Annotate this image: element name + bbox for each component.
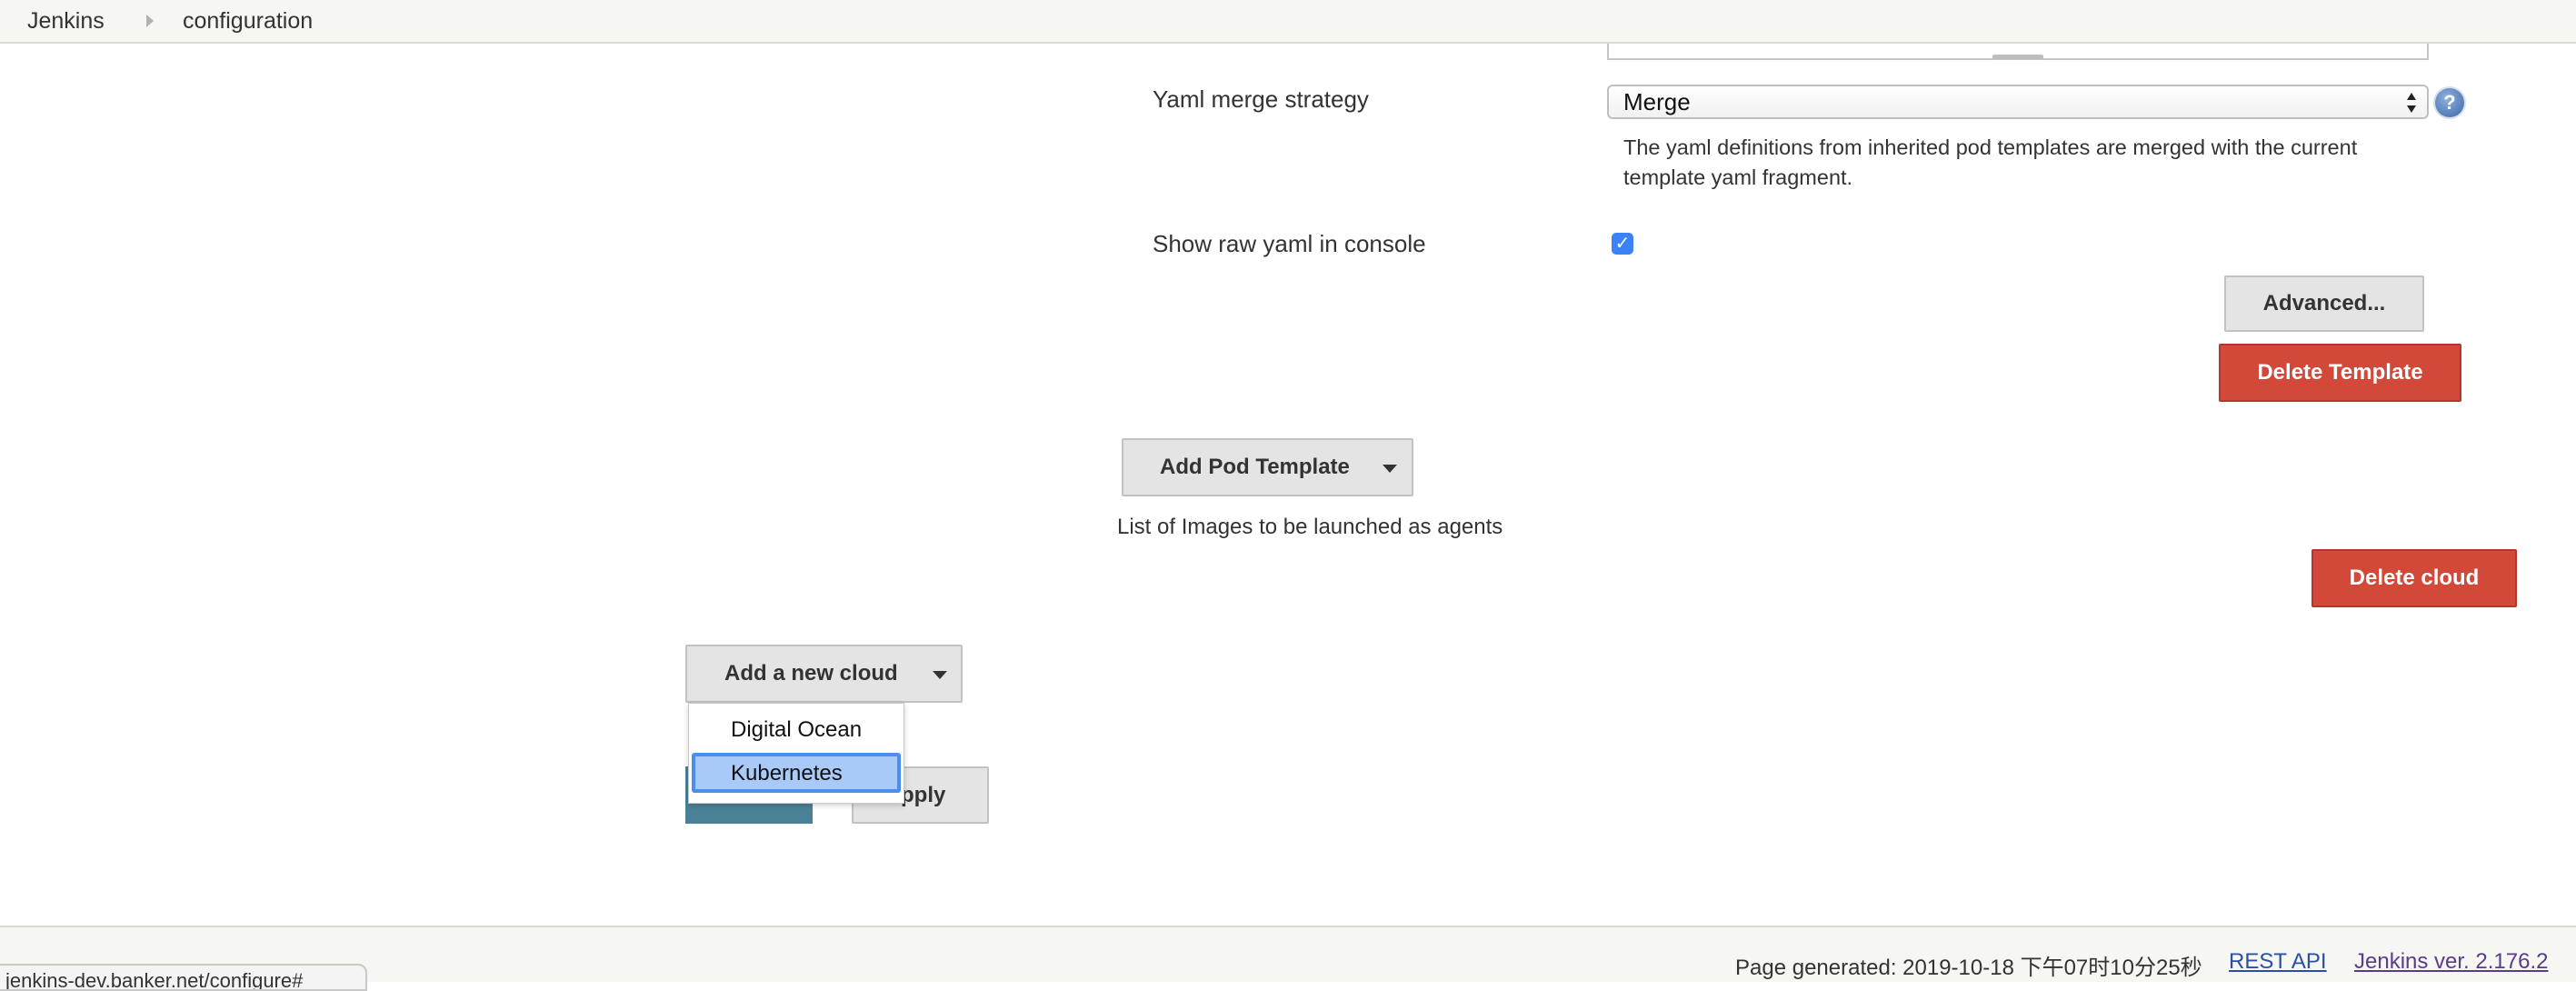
advanced-button[interactable]: Advanced... — [2224, 275, 2424, 332]
breadcrumb-jenkins-link[interactable]: Jenkins — [27, 8, 105, 35]
description-line: template yaml fragment. — [1623, 165, 1853, 189]
yaml-merge-strategy-label: Yaml merge strategy — [1153, 85, 1369, 113]
cloud-type-menu: Digital Ocean Kubernetes — [688, 703, 904, 804]
description-line: The yaml definitions from inherited pod … — [1623, 135, 2358, 159]
add-new-cloud-button[interactable]: Add a new cloud — [685, 645, 963, 703]
page-generated-text: Page generated: 2019-10-18 下午07时10分25秒 — [1735, 956, 2202, 980]
show-raw-yaml-label: Show raw yaml in console — [1153, 230, 1426, 257]
menu-item-kubernetes[interactable]: Kubernetes — [692, 753, 901, 793]
breadcrumb-configuration-link[interactable]: configuration — [183, 8, 313, 35]
yaml-merge-strategy-select[interactable]: Merge — [1607, 85, 2429, 119]
pod-template-caption: List of Images to be launched as agents — [1117, 515, 1503, 539]
textarea-resize-handle[interactable] — [1992, 55, 2043, 59]
delete-cloud-button[interactable]: Delete cloud — [2311, 549, 2517, 607]
select-arrows-icon — [2407, 93, 2416, 113]
add-new-cloud-label: Add a new cloud — [724, 661, 898, 686]
menu-item-label: Kubernetes — [731, 761, 843, 786]
check-icon: ✓ — [1614, 234, 1631, 254]
add-pod-template-button[interactable]: Add Pod Template — [1122, 438, 1413, 496]
breadcrumb-separator-icon[interactable] — [146, 15, 154, 27]
dropdown-caret-icon — [1383, 465, 1397, 473]
breadcrumb — [0, 0, 2576, 44]
menu-item-digital-ocean[interactable]: Digital Ocean — [731, 717, 862, 743]
dropdown-caret-icon — [933, 671, 947, 679]
jenkins-version-link[interactable]: Jenkins ver. 2.176.2 — [2354, 949, 2548, 975]
delete-template-button[interactable]: Delete Template — [2219, 344, 2461, 402]
add-pod-template-label: Add Pod Template — [1160, 455, 1350, 479]
status-bar-url: jenkins-dev.banker.net/configure# — [0, 964, 367, 991]
apply-label: pply — [901, 783, 946, 807]
show-raw-yaml-checkbox[interactable]: ✓ — [1612, 233, 1633, 255]
yaml-merge-description: The yaml definitions from inherited pod … — [1623, 133, 2405, 193]
rest-api-link[interactable]: REST API — [2229, 949, 2327, 975]
help-icon[interactable]: ? — [2435, 88, 2464, 117]
yaml-merge-strategy-value: Merge — [1623, 88, 1691, 115]
